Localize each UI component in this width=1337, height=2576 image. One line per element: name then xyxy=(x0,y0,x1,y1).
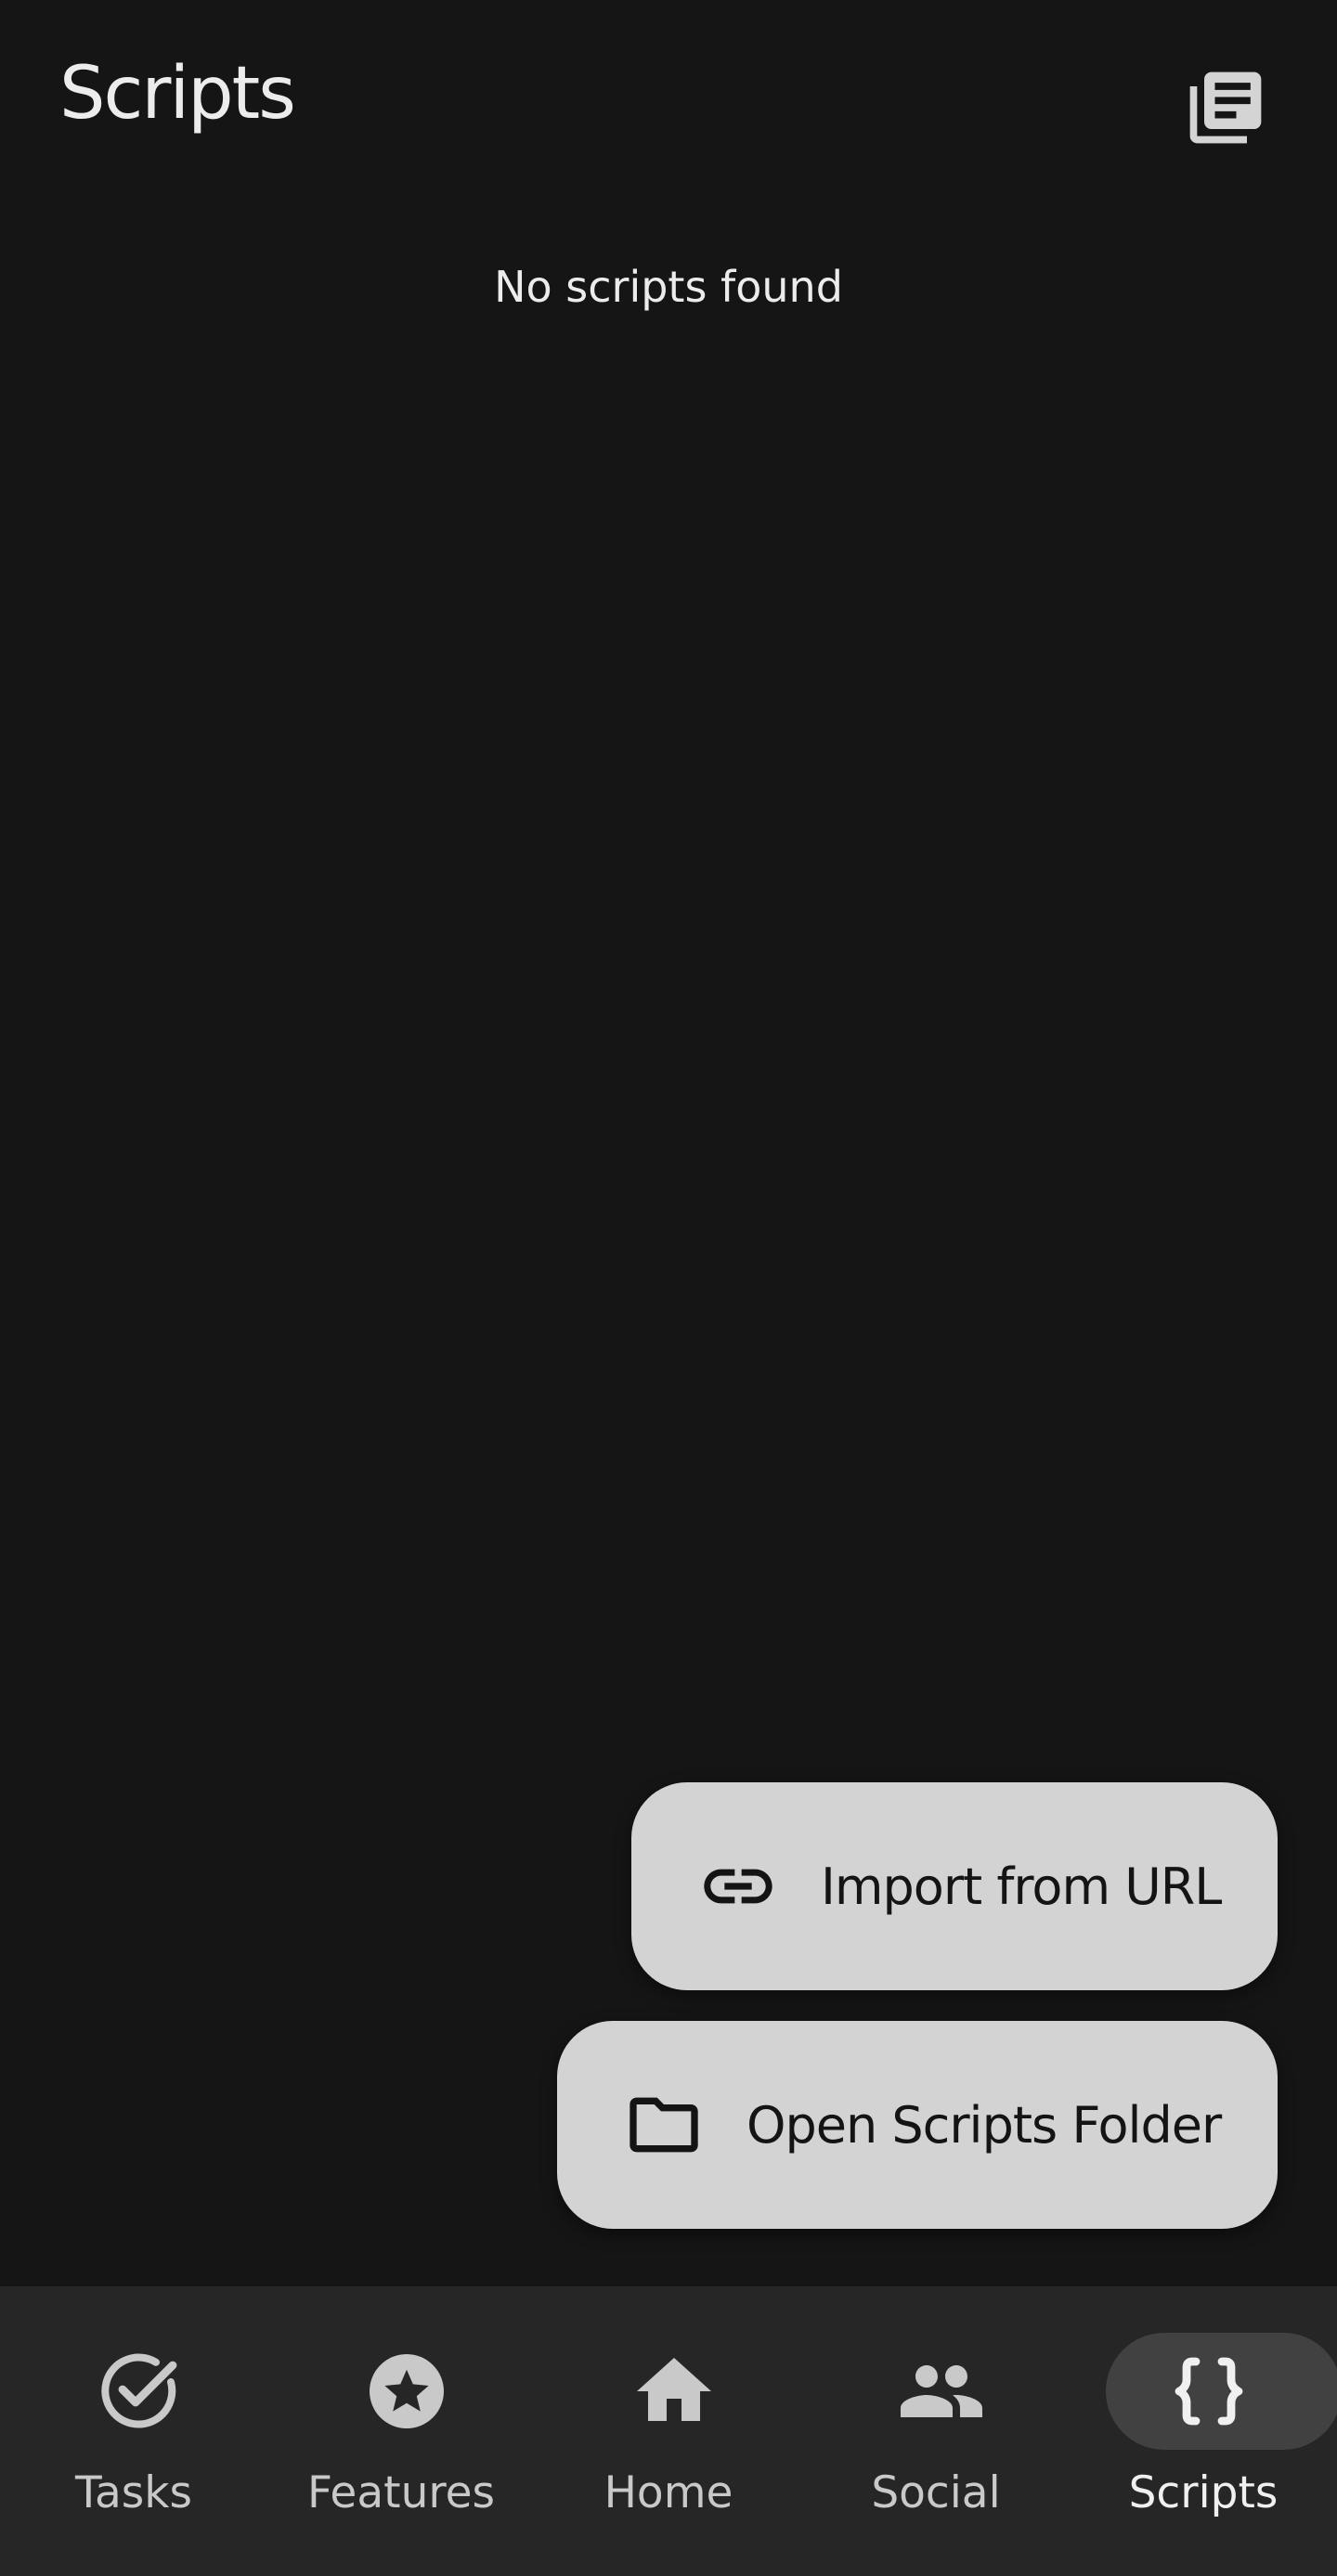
folder-icon xyxy=(622,2083,706,2167)
people-icon xyxy=(897,2347,986,2436)
nav-item-tasks[interactable]: Tasks xyxy=(0,2286,267,2576)
library-button[interactable] xyxy=(1179,61,1272,154)
nav-item-social[interactable]: Social xyxy=(802,2286,1070,2576)
import-from-url-button[interactable]: Import from URL xyxy=(631,1782,1278,1990)
nav-item-scripts[interactable]: Scripts xyxy=(1070,2286,1337,2576)
open-scripts-folder-button[interactable]: Open Scripts Folder xyxy=(557,2021,1278,2229)
nav-label-home: Home xyxy=(604,2467,733,2518)
check-circle-icon xyxy=(95,2347,184,2436)
page-title: Scripts xyxy=(59,52,296,136)
library-books-icon xyxy=(1189,71,1262,144)
app-root: Scripts No scripts found Import from URL… xyxy=(0,0,1337,2576)
open-scripts-folder-label: Open Scripts Folder xyxy=(746,2095,1222,2155)
star-circle-icon xyxy=(362,2347,451,2436)
nav-label-scripts: Scripts xyxy=(1128,2467,1279,2518)
nav-item-home[interactable]: Home xyxy=(535,2286,802,2576)
nav-label-tasks: Tasks xyxy=(75,2467,192,2518)
home-icon xyxy=(630,2347,719,2436)
nav-label-features: Features xyxy=(306,2467,496,2518)
empty-state-message: No scripts found xyxy=(494,262,843,312)
import-from-url-label: Import from URL xyxy=(821,1857,1222,1916)
nav-item-features[interactable]: Features xyxy=(267,2286,535,2576)
nav-label-social: Social xyxy=(871,2467,1001,2518)
bottom-navigation: Tasks Features Home Social Scripts xyxy=(0,2286,1337,2576)
curly-braces-icon xyxy=(1164,2347,1253,2436)
link-icon xyxy=(696,1845,780,1928)
